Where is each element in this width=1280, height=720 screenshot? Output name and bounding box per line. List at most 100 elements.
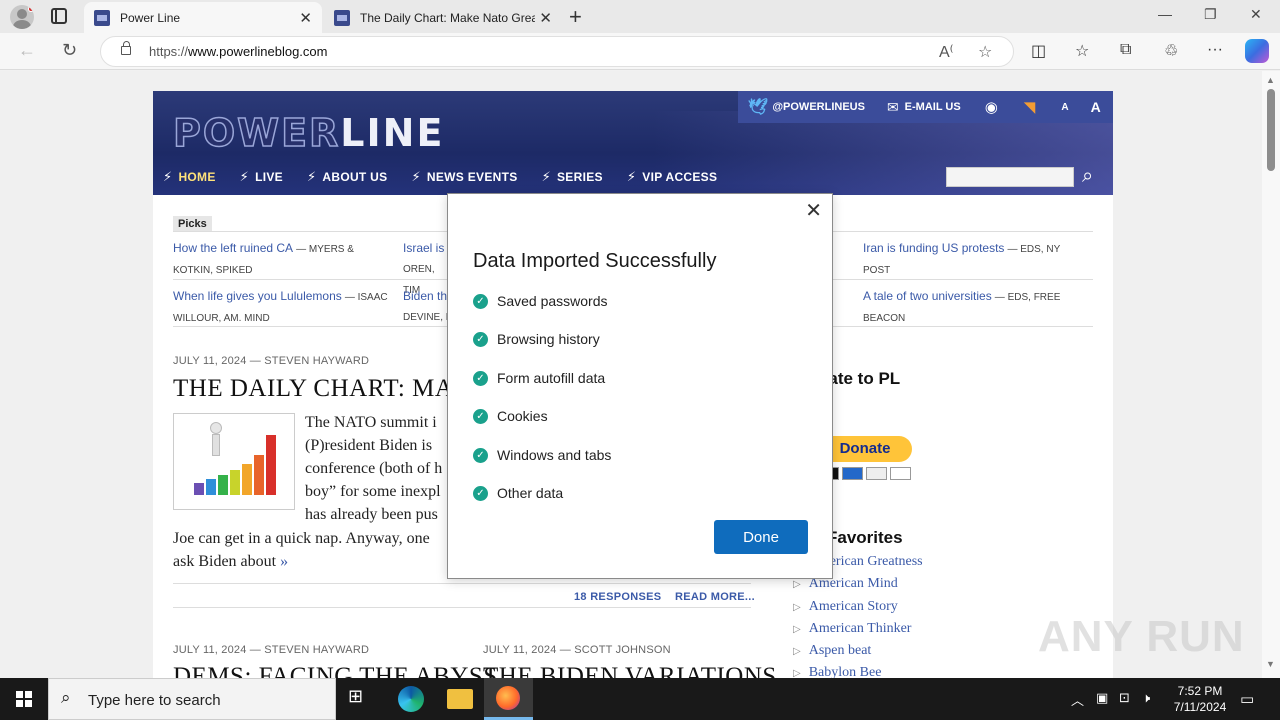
check-circle-icon: ✓ <box>473 408 488 424</box>
email-link[interactable]: E-MAIL US <box>905 101 961 113</box>
plus-icon[interactable]: + <box>569 4 582 30</box>
podcast-icon[interactable]: ◉ <box>985 98 998 116</box>
restore-icon[interactable]: ❐ <box>1204 6 1217 23</box>
triangle-bullet-icon: ▷ <box>793 668 801 678</box>
pick-item[interactable]: How the left ruined CA — MYERS & KOTKIN,… <box>173 238 393 281</box>
list-item[interactable]: ▷ Babylon Bee <box>793 662 923 678</box>
pick-item[interactable]: Iran is funding US protests — EDS, NY PO… <box>863 238 1083 281</box>
post-headline[interactable]: THE BIDEN VARIATIONS <box>483 663 777 678</box>
lock-icon[interactable] <box>121 41 131 55</box>
picks-label: Picks <box>173 216 212 232</box>
more-menu-icon[interactable]: ··· <box>1207 41 1223 59</box>
tray-chevron-icon[interactable]: ︿ <box>1071 690 1084 709</box>
network-icon[interactable]: ⊡ <box>1119 690 1130 706</box>
profile-avatar-icon[interactable] <box>10 5 34 29</box>
read-more-link[interactable]: READ MORE... <box>675 591 755 603</box>
read-aloud-icon[interactable]: A⁽ <box>939 42 954 62</box>
tab-power-line[interactable]: Power Line ✕ <box>84 2 322 33</box>
site-favicon-icon <box>94 9 110 26</box>
close-icon[interactable]: ✕ <box>805 198 822 223</box>
bolt-icon: ⚡ <box>306 169 317 184</box>
main-nav: ⚡ HOME ⚡ LIVE ⚡ ABOUT US ⚡ NEWS EVENTS ⚡ SERI… <box>153 169 731 191</box>
refresh-icon[interactable]: ↻ <box>62 40 77 61</box>
post-meta: JULY 11, 2024 — STEVEN HAYWARD <box>173 644 370 656</box>
list-item[interactable]: ▷ American Thinker <box>793 618 923 640</box>
mail-icon[interactable]: ✉ <box>887 99 899 116</box>
font-small-button[interactable]: A <box>1061 102 1068 113</box>
continue-link[interactable]: » <box>280 553 288 570</box>
nav-series[interactable]: ⚡ SERIES <box>542 169 603 191</box>
scroll-up-icon[interactable]: ▲ <box>1266 75 1275 85</box>
import-item: ✓ Browsing history <box>473 331 600 347</box>
pick-item[interactable]: When life gives you Lululemons — ISAAC W… <box>173 286 393 329</box>
pick-item[interactable]: Biden th DEVINE, N <box>403 286 453 328</box>
bolt-icon: ⚡ <box>163 169 173 184</box>
bolt-icon: ⚡ <box>541 169 551 184</box>
responses-link[interactable]: 18 RESPONSES <box>574 591 661 603</box>
post-headline[interactable]: THE DAILY CHART: MA <box>173 375 453 403</box>
favorite-star-icon[interactable]: ☆ <box>978 42 992 62</box>
bolt-icon: ⚡ <box>239 169 250 184</box>
import-item: ✓ Windows and tabs <box>473 447 611 463</box>
nav-vip-access[interactable]: ⚡ VIP ACCESS <box>627 169 717 191</box>
scroll-down-icon[interactable]: ▼ <box>1266 659 1275 669</box>
font-large-button[interactable]: A <box>1091 99 1101 115</box>
back-arrow-icon[interactable]: ← <box>18 40 36 61</box>
tab-actions-icon[interactable] <box>51 8 67 24</box>
tab-strip: Power Line ✕ The Daily Chart: Make Nato … <box>0 0 1280 33</box>
list-item[interactable]: ▷ American Story <box>793 596 923 618</box>
post-meta: JULY 11, 2024 — SCOTT JOHNSON <box>483 644 671 656</box>
minimize-icon[interactable]: — <box>1158 6 1172 22</box>
firefox-taskbar-item[interactable] <box>484 678 533 720</box>
post-thumbnail[interactable] <box>173 413 295 510</box>
windows-taskbar: ⌕ Type here to search ⊞ ︿ ▣ ⊡ 🕨 7:52 PM … <box>0 678 1280 720</box>
rss-icon[interactable]: ◥ <box>1024 98 1036 116</box>
favorites-icon[interactable]: ☆ <box>1075 41 1089 61</box>
site-search-input[interactable] <box>946 167 1074 187</box>
tab-title: The Daily Chart: Make Nato Great Again <box>360 10 535 25</box>
url-text[interactable]: https://www.powerlineblog.com <box>149 44 327 59</box>
social-bar: 🕊 @POWERLINEUS ✉ E-MAIL US ◉ ◥ A A <box>738 91 1113 123</box>
triangle-bullet-icon: ▷ <box>793 579 801 591</box>
tab-title: Power Line <box>120 10 181 25</box>
tab-daily-chart[interactable]: The Daily Chart: Make Nato Great Again ✕ <box>324 2 562 33</box>
list-item[interactable]: ▷ Aspen beat <box>793 640 923 662</box>
triangle-bullet-icon: ▷ <box>793 601 801 613</box>
search-icon[interactable]: ⌕ <box>1082 165 1093 188</box>
nav-home[interactable]: ⚡ HOME <box>163 169 216 191</box>
close-tab-icon[interactable]: ✕ <box>299 9 312 27</box>
taskbar-search-input[interactable]: ⌕ Type here to search <box>48 678 336 720</box>
post-headline[interactable]: DEMS: FACING THE ABYSS <box>173 663 498 678</box>
task-view-icon[interactable]: ⊞ <box>348 686 374 712</box>
address-bar[interactable]: https://www.powerlineblog.com A⁽ ☆ <box>100 36 1014 67</box>
scrollbar-thumb[interactable] <box>1267 89 1275 171</box>
close-window-icon[interactable]: ✕ <box>1250 6 1262 23</box>
nav-about-us[interactable]: ⚡ ABOUT US <box>307 169 388 191</box>
collections-icon[interactable]: ⧉ <box>1120 41 1131 59</box>
split-screen-icon[interactable]: ◫ <box>1031 41 1046 61</box>
import-success-dialog: ✕ Data Imported Successfully ✓ Saved pass… <box>447 193 833 579</box>
file-explorer-icon[interactable] <box>447 689 473 709</box>
volume-icon[interactable]: 🕨 <box>1142 690 1150 706</box>
site-logo[interactable]: POWERLINE <box>172 110 444 156</box>
notification-icon[interactable]: ▭ <box>1240 690 1254 708</box>
nav-live[interactable]: ⚡ LIVE <box>240 169 283 191</box>
triangle-bullet-icon: ▷ <box>793 623 801 635</box>
extensions-icon[interactable]: ♲ <box>1164 41 1178 61</box>
done-button[interactable]: Done <box>714 520 808 554</box>
nav-news-events[interactable]: ⚡ NEWS EVENTS <box>411 169 517 191</box>
twitter-link[interactable]: @POWERLINEUS <box>772 101 865 113</box>
copilot-icon[interactable] <box>1245 39 1269 63</box>
post-excerpt: The NATO summit i (P)resident Biden is c… <box>305 414 443 523</box>
twitter-bird-icon[interactable]: 🕊 <box>748 97 768 117</box>
battery-icon[interactable]: ▣ <box>1096 690 1108 706</box>
check-circle-icon: ✓ <box>473 293 488 309</box>
edge-icon[interactable] <box>398 686 424 712</box>
page-scrollbar[interactable]: ▲ ▼ <box>1262 71 1280 678</box>
dialog-title: Data Imported Successfully <box>473 250 717 272</box>
triangle-bullet-icon: ▷ <box>793 646 801 658</box>
system-clock[interactable]: 7:52 PM 7/11/2024 <box>1160 683 1240 715</box>
pick-item[interactable]: A tale of two universities — EDS, FREE B… <box>863 286 1083 329</box>
close-tab-icon[interactable]: ✕ <box>539 9 552 27</box>
windows-start-icon[interactable] <box>16 691 32 707</box>
